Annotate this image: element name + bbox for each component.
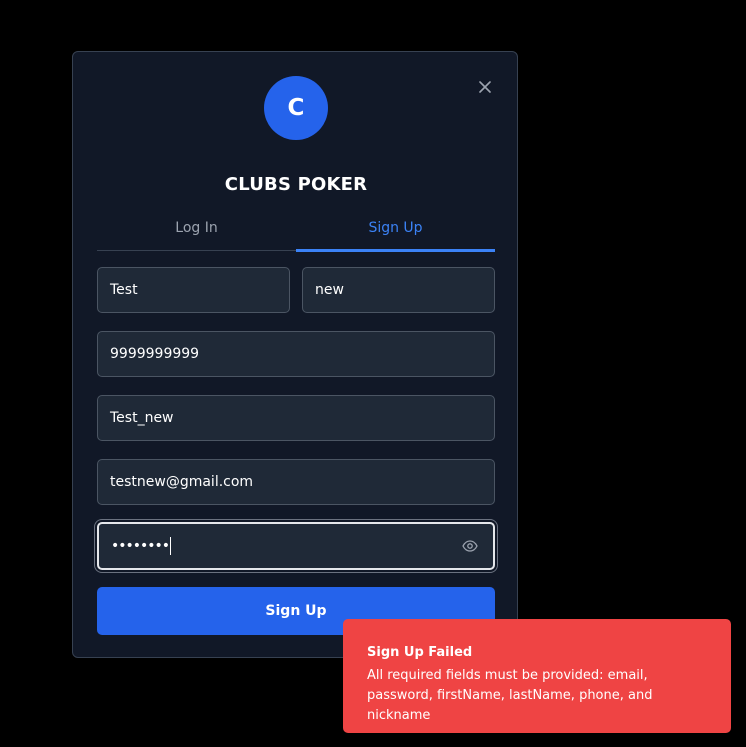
modal-title: CLUBS POKER bbox=[224, 174, 368, 195]
toast-message: All required fields must be provided: em… bbox=[367, 668, 653, 723]
tab-login[interactable]: Log In bbox=[97, 210, 296, 250]
last-name-value: new bbox=[315, 282, 344, 298]
last-name-field[interactable]: new bbox=[302, 267, 495, 313]
phone-value: 9999999999 bbox=[110, 346, 200, 362]
text-caret bbox=[170, 537, 172, 555]
close-icon[interactable] bbox=[479, 81, 491, 93]
password-toggle-button[interactable] bbox=[461, 537, 479, 555]
nickname-field[interactable]: Test_new bbox=[97, 395, 495, 441]
email-field[interactable]: testnew@gmail.com bbox=[97, 459, 495, 505]
first-name-field[interactable]: Test bbox=[97, 267, 290, 313]
logo-avatar: C bbox=[264, 76, 328, 140]
error-toast[interactable]: Sign Up Failed All required fields must … bbox=[343, 619, 731, 733]
phone-field[interactable]: 9999999999 bbox=[97, 331, 495, 377]
email-value: testnew@gmail.com bbox=[110, 474, 254, 490]
auth-tabs: Log In Sign Up bbox=[97, 210, 495, 252]
password-value: •••••••• bbox=[111, 538, 170, 554]
nickname-value: Test_new bbox=[110, 410, 174, 426]
first-name-value: Test bbox=[110, 282, 138, 298]
password-field[interactable]: •••••••• bbox=[97, 522, 495, 570]
signup-modal: C CLUBS POKER Log In Sign Up Test new 99… bbox=[72, 51, 518, 658]
tab-signup[interactable]: Sign Up bbox=[296, 210, 495, 252]
close-button[interactable] bbox=[474, 76, 496, 98]
toast-title: Sign Up Failed bbox=[367, 645, 473, 660]
eye-icon[interactable] bbox=[462, 540, 478, 552]
